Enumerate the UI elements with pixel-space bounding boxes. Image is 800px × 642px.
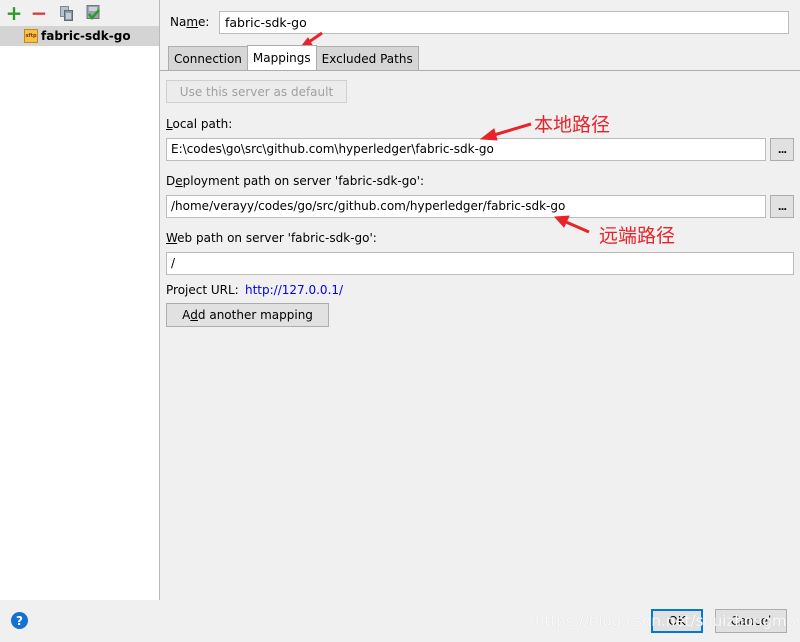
help-icon[interactable]: ? [11,612,28,629]
annotation-arrows [298,31,590,234]
remote-path-arrow [553,215,590,234]
tab-mappings[interactable]: Mappings [246,45,317,70]
ok-button[interactable]: OK [651,609,703,633]
cancel-button[interactable]: Cancel [715,609,787,633]
remote-path-annotation: 远端路径 [599,225,676,247]
local-path-arrow [479,122,532,141]
local-path-annotation: 本地路径 [534,114,611,136]
